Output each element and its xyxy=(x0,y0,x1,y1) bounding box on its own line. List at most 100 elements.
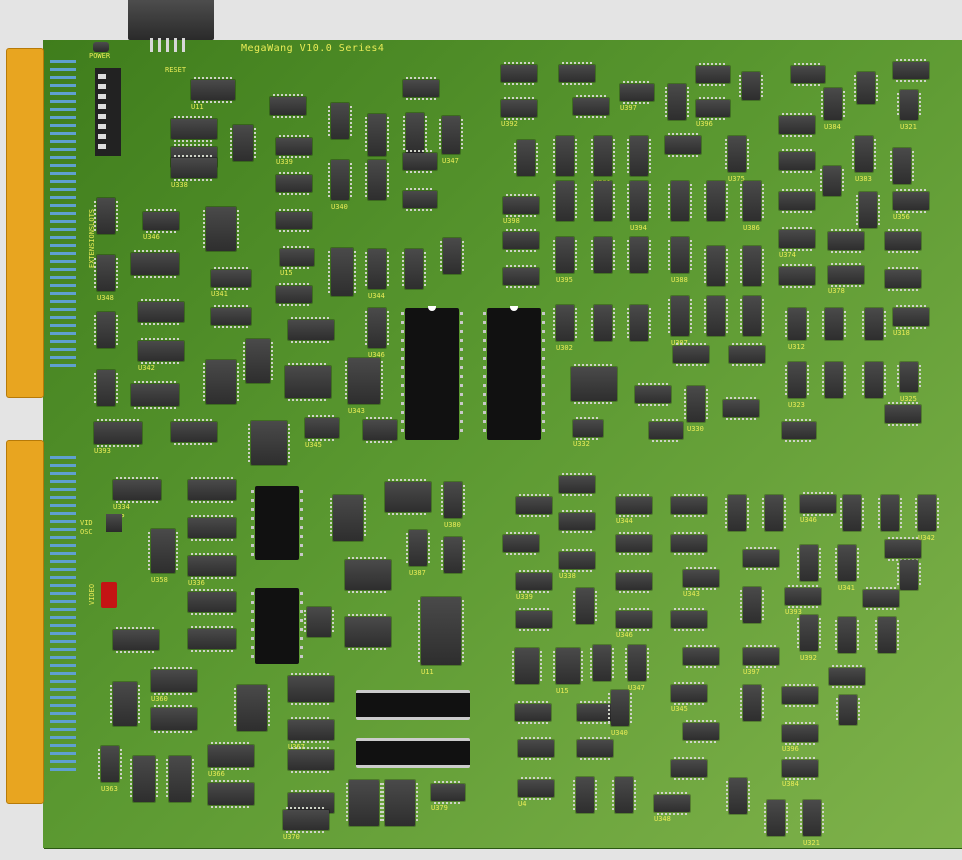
ic-chip xyxy=(875,617,899,653)
ic-chip xyxy=(862,362,886,398)
ic-chip xyxy=(671,757,707,780)
ic-chip xyxy=(270,94,306,118)
ic-chip xyxy=(559,549,595,572)
ic-chip xyxy=(328,103,352,139)
ic-chip xyxy=(725,495,749,531)
ref-designator: U15 xyxy=(280,269,293,277)
ic-chip xyxy=(345,358,383,404)
ref-designator: U346 xyxy=(800,516,817,524)
power-connector[interactable] xyxy=(128,0,214,40)
ic-chip xyxy=(439,116,463,154)
ic-chip xyxy=(171,155,217,181)
large-ic-chip xyxy=(251,486,303,560)
ic-chip xyxy=(113,627,159,653)
ic-chip xyxy=(696,97,730,120)
ic-chip xyxy=(797,615,821,651)
ic-chip xyxy=(591,181,615,221)
ref-designator: U339 xyxy=(276,158,293,166)
ic-chip xyxy=(573,588,597,624)
ic-chip xyxy=(441,537,465,573)
ic-chip xyxy=(671,494,707,517)
ic-chip xyxy=(885,267,921,291)
ic-chip xyxy=(211,305,251,328)
ic-chip xyxy=(98,746,122,782)
ic-chip xyxy=(740,587,764,623)
ref-designator: U346 xyxy=(616,631,633,639)
ic-chip xyxy=(668,181,692,221)
jumper[interactable] xyxy=(106,514,122,532)
ic-chip xyxy=(740,685,764,721)
ref-designator: U394 xyxy=(630,224,647,232)
ic-chip xyxy=(151,705,197,733)
ic-chip xyxy=(288,673,334,705)
ic-chip xyxy=(285,363,331,401)
ref-designator: U392 xyxy=(501,120,518,128)
ref-designator: U387 xyxy=(409,569,426,577)
ic-chip xyxy=(591,237,615,273)
extension-edge-connector[interactable] xyxy=(6,48,44,398)
ic-chip xyxy=(704,181,728,221)
ic-chip xyxy=(143,209,179,233)
ic-chip xyxy=(440,238,464,274)
ic-chip xyxy=(723,397,759,420)
ic-chip xyxy=(863,587,899,610)
ic-chip xyxy=(418,597,464,665)
ic-chip xyxy=(854,72,878,104)
ref-designator: U302 xyxy=(556,344,573,352)
ic-chip xyxy=(764,800,788,836)
ic-chip xyxy=(501,97,537,120)
ic-chip xyxy=(890,148,914,184)
ref-designator: U392 xyxy=(800,654,817,662)
ref-designator: U346 xyxy=(143,233,160,241)
ic-chip xyxy=(503,265,539,288)
ic-chip xyxy=(683,720,719,743)
ic-chip xyxy=(188,477,236,503)
video-edge-connector[interactable] xyxy=(6,440,44,804)
ref-designator: U338 xyxy=(171,181,188,189)
ic-chip xyxy=(503,229,539,252)
reset-label: RESET xyxy=(165,66,187,74)
ic-chip xyxy=(94,255,118,291)
ic-chip xyxy=(897,90,921,120)
ic-chip xyxy=(441,482,465,518)
ic-chip xyxy=(276,209,312,232)
large-ic-chip xyxy=(356,738,470,768)
ic-chip xyxy=(553,648,583,684)
dip-switch[interactable] xyxy=(95,68,121,156)
ic-chip xyxy=(283,807,329,833)
ic-chip xyxy=(243,339,273,383)
ic-chip xyxy=(893,305,929,329)
large-ic-chip xyxy=(356,690,470,720)
ic-chip xyxy=(740,181,764,221)
ic-chip xyxy=(503,532,539,555)
ic-chip xyxy=(743,547,779,570)
ref-designator: U15 xyxy=(556,687,569,695)
ref-designator: U348 xyxy=(97,294,114,302)
ic-chip xyxy=(288,317,334,343)
ic-chip xyxy=(627,237,651,273)
ic-chip xyxy=(671,608,707,631)
ic-chip xyxy=(516,494,552,517)
ic-chip xyxy=(94,370,118,406)
ic-chip xyxy=(627,305,651,341)
ic-chip xyxy=(203,360,239,404)
ic-chip xyxy=(248,421,290,465)
ic-chip xyxy=(94,312,118,348)
power-header[interactable] xyxy=(93,42,109,52)
ic-chip xyxy=(665,133,701,157)
ic-chip xyxy=(654,792,690,815)
ic-chip xyxy=(862,308,886,340)
ic-chip xyxy=(211,267,251,290)
ic-chip xyxy=(138,338,184,364)
ic-chip xyxy=(110,682,140,726)
ic-chip xyxy=(885,402,921,426)
ic-chip xyxy=(779,113,815,137)
ic-chip xyxy=(782,684,818,707)
ic-chip xyxy=(402,249,426,289)
ref-designator: U398 xyxy=(503,217,520,225)
ic-chip xyxy=(345,557,391,593)
ic-chip xyxy=(627,136,651,176)
ref-designator: U341 xyxy=(838,584,855,592)
ic-chip xyxy=(518,777,554,800)
ic-chip xyxy=(885,537,921,561)
